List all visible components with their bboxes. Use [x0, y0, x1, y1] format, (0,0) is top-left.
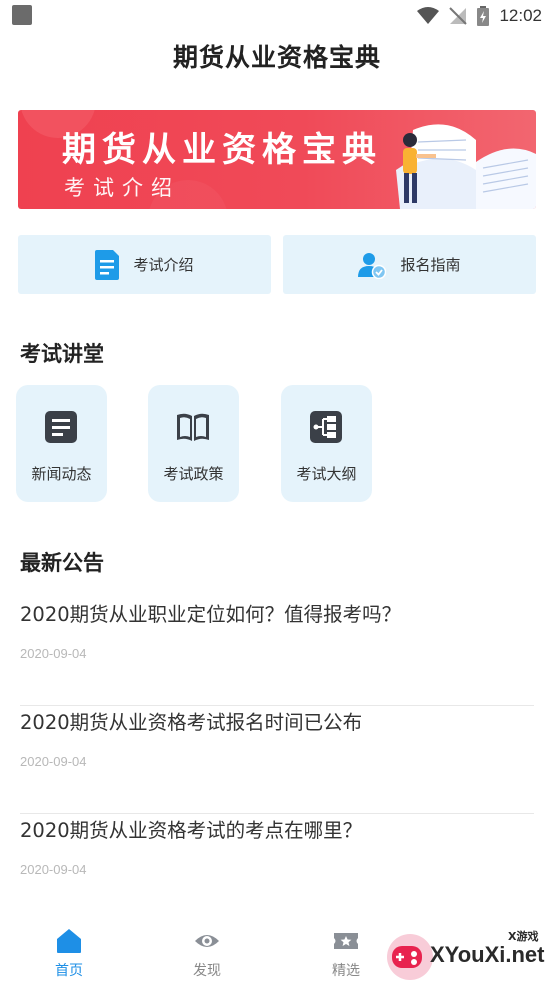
news-icon [45, 411, 77, 443]
gamepad-logo-icon [387, 934, 433, 980]
user-check-icon [358, 252, 387, 279]
nav-discover-label: 发现 [193, 963, 221, 979]
news-section-title: 最新公告 [20, 551, 104, 575]
nav-home-label: 首页 [55, 963, 83, 979]
banner-title: 期货从业资格宝典 [62, 130, 382, 170]
ticket-star-icon [334, 933, 358, 949]
home-icon [57, 929, 81, 953]
exam-intro-label: 考试介绍 [133, 256, 194, 274]
news-title: 2020期货从业资格考试的考点在哪里？ [20, 819, 363, 842]
outline-icon [310, 411, 342, 443]
tile-outline-label: 考试大纲 [296, 465, 357, 483]
status-time: 12:02 [499, 6, 542, 25]
news-date: 2020-09-04 [20, 862, 87, 877]
page-title: 期货从业资格宝典 [172, 43, 381, 72]
nav-home[interactable]: 首页 [29, 928, 109, 980]
watermark-text: XYouXi.net [430, 942, 545, 967]
tile-news-label: 新闻动态 [31, 465, 92, 483]
battery-icon [477, 6, 490, 26]
nav-featured[interactable]: 精选 [306, 928, 386, 980]
news-date: 2020-09-04 [20, 754, 87, 769]
lecture-section-title: 考试讲堂 [20, 342, 104, 366]
registration-guide-label: 报名指南 [400, 256, 461, 274]
book-icon [177, 413, 209, 441]
exam-intro-button[interactable]: 考试介绍 [18, 235, 271, 294]
banner-subtitle: 考试介绍 [64, 176, 180, 200]
news-title: 2020期货从业职业定位如何？值得报考吗？ [20, 603, 402, 626]
watermark-logo: X游戏 XYouXi.net [384, 918, 554, 986]
registration-guide-button[interactable]: 报名指南 [283, 235, 536, 294]
news-item[interactable]: 2020期货从业资格考试的考点在哪里？ 2020-09-04 [20, 814, 534, 922]
nav-featured-label: 精选 [332, 963, 360, 979]
tile-policy[interactable]: 考试政策 [148, 385, 239, 502]
status-indicators: 12:02 [417, 4, 542, 28]
document-icon [95, 249, 120, 280]
wifi-icon [417, 7, 440, 24]
news-date: 2020-09-04 [20, 646, 87, 661]
no-signal-icon [449, 7, 468, 25]
news-item[interactable]: 2020期货从业职业定位如何？值得报考吗？ 2020-09-04 [20, 598, 534, 706]
tile-policy-label: 考试政策 [163, 465, 224, 483]
tile-outline[interactable]: 考试大纲 [281, 385, 372, 502]
tile-news[interactable]: 新闻动态 [16, 385, 107, 502]
banner[interactable]: 期货从业资格宝典 考试介绍 [18, 110, 536, 209]
news-title: 2020期货从业资格考试报名时间已公布 [20, 711, 363, 734]
eye-icon [195, 935, 219, 947]
nav-discover[interactable]: 发现 [167, 928, 247, 980]
status-bar: 12:02 [0, 0, 554, 32]
news-item[interactable]: 2020期货从业资格考试报名时间已公布 2020-09-04 [20, 706, 534, 814]
notification-icon [12, 5, 32, 25]
